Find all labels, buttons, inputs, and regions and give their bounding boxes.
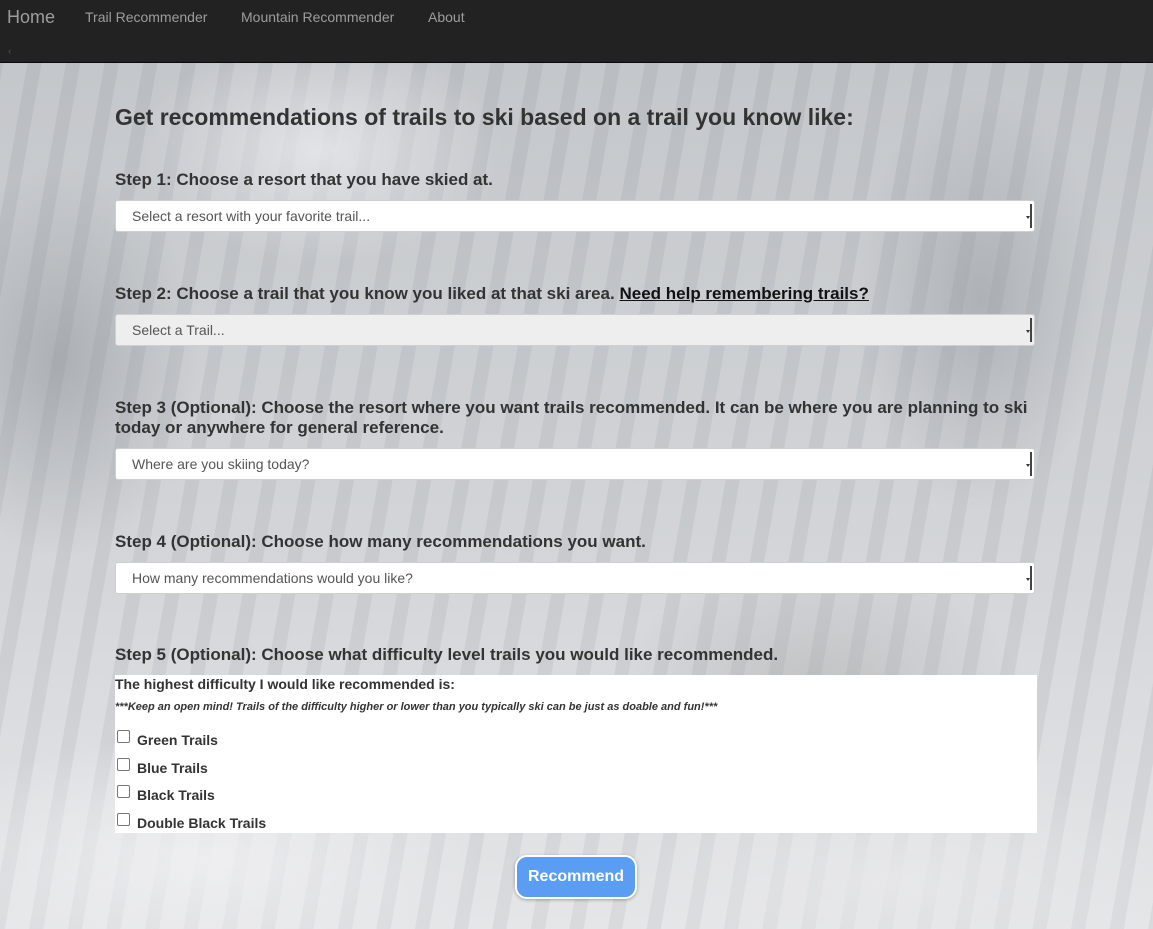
difficulty-panel: The highest difficulty I would like reco… xyxy=(115,675,1037,833)
step4-label: Step 4 (Optional): Choose how many recom… xyxy=(115,532,646,551)
count-select[interactable]: How many recommendations would you like? xyxy=(115,562,1035,594)
chevron-down-icon xyxy=(1025,204,1032,228)
difficulty-note: ***Keep an open mind! Trails of the diff… xyxy=(115,701,718,713)
step2-label-text: Step 2: Choose a trail that you know you… xyxy=(115,284,615,303)
chevron-down-icon xyxy=(1025,318,1032,342)
difficulty-option-label: Black Trails xyxy=(137,787,215,803)
difficulty-option-label: Blue Trails xyxy=(137,760,208,776)
page-title: Get recommendations of trails to ski bas… xyxy=(115,104,854,130)
blue-trails-checkbox[interactable] xyxy=(117,758,130,771)
trail-select-value: Select a Trail... xyxy=(132,322,225,338)
step3-label: Step 3 (Optional): Choose the resort whe… xyxy=(115,398,1028,437)
target-resort-select[interactable]: Where are you skiing today? xyxy=(115,448,1035,480)
trail-select[interactable]: Select a Trail... xyxy=(115,314,1035,346)
green-trails-checkbox[interactable] xyxy=(117,730,130,743)
recommend-button[interactable]: Recommend xyxy=(515,855,637,899)
step5-label: Step 5 (Optional): Choose what difficult… xyxy=(115,645,779,664)
difficulty-option-label: Double Black Trails xyxy=(137,815,267,831)
count-select-value: How many recommendations would you like? xyxy=(132,570,413,586)
nav-trail-recommender[interactable]: Trail Recommender xyxy=(85,9,207,25)
nav-mountain-recommender[interactable]: Mountain Recommender xyxy=(241,9,394,25)
black-trails-checkbox[interactable] xyxy=(117,785,130,798)
help-remembering-trails-link[interactable]: Need help remembering trails? xyxy=(619,284,868,303)
nav-home-link[interactable]: Home xyxy=(7,6,55,28)
nav-about[interactable]: About xyxy=(428,9,465,25)
step1-label: Step 1: Choose a resort that you have sk… xyxy=(115,170,493,189)
resort-select-value: Select a resort with your favorite trail… xyxy=(132,208,371,224)
chevron-down-icon xyxy=(1025,452,1032,476)
difficulty-heading: The highest difficulty I would like reco… xyxy=(115,676,455,692)
navbar: Home Trail Recommender Mountain Recommen… xyxy=(0,0,1153,63)
difficulty-option-label: Green Trails xyxy=(137,732,218,748)
step2-label: Step 2: Choose a trail that you know you… xyxy=(115,284,1037,304)
resort-select[interactable]: Select a resort with your favorite trail… xyxy=(115,200,1035,232)
chevron-down-icon xyxy=(1025,566,1032,590)
target-resort-select-value: Where are you skiing today? xyxy=(132,456,310,472)
double-black-trails-checkbox[interactable] xyxy=(117,813,130,826)
caret-icon: ‹ xyxy=(8,46,12,57)
